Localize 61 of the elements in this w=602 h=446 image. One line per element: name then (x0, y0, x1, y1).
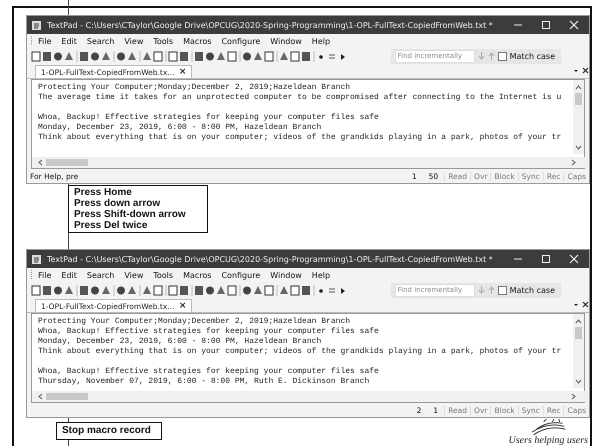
tab-close-button[interactable]: × (178, 301, 186, 311)
checkbox[interactable] (498, 286, 507, 294)
instruction-text: Press Shift-down arrow (74, 209, 187, 220)
match-case-checkbox[interactable]: Match case (498, 52, 555, 60)
app-icon (31, 253, 43, 265)
menu-item[interactable]: Edit (56, 270, 82, 280)
window-title: TextPad - C:\Users\CTaylor\Google Drive\OPCUG\2020-Spring-Programming\1-OPL-FullText-CopiedFromWeb.txt * (47, 20, 494, 30)
text-line: The average time it takes for an unprotected computer to be compromised after connecting to the Internet is u (38, 93, 562, 103)
horizontal-scrollbar[interactable] (32, 157, 588, 168)
menu-item[interactable]: Tools (148, 36, 178, 46)
menu-item[interactable]: Configure (216, 270, 266, 280)
text-line: Think about everything that is on your computer; videos of the grandkids playing in a park, photos of your tr (38, 133, 562, 143)
logo-tagline: Users helping users (508, 435, 588, 446)
instruction-text: Press Del twice (74, 220, 148, 231)
text-line: Monday, December 23, 2019, 6:00 - 8:00 PM, Hazeldean Branch (38, 337, 322, 347)
instruction-text: Press Home (74, 187, 133, 198)
text-line: Whoa, Backup! Effective strategies for keeping your computer files safe (38, 327, 380, 337)
menu-item[interactable]: View (119, 36, 148, 46)
text-line: Protecting Your Computer;Monday;December 2, 2019;Hazeldean Branch (38, 83, 352, 93)
text-line: Thursday, November 07, 2019, 6:00 - 8:00 PM, Ruth E. Dickinson Branch (38, 377, 370, 387)
text-line: Think about everything that is on your computer; videos of the grandkids playing in a park, photos of your tr (38, 347, 562, 357)
grip-icon (30, 36, 33, 46)
tab-close-button[interactable]: × (178, 67, 186, 77)
menu-item[interactable]: Edit (56, 36, 82, 46)
menu-item[interactable]: Configure (216, 36, 266, 46)
app-icon (31, 19, 43, 31)
menu-item[interactable]: Search (82, 36, 120, 46)
vertical-scrollbar[interactable] (573, 80, 584, 154)
menu-item[interactable]: File (33, 36, 56, 46)
menu-item[interactable]: Macros (178, 270, 216, 280)
text-line: Protecting Your Computer;Monday;December 2, 2019;Hazeldean Branch (38, 317, 352, 327)
tab-menu-icon[interactable] (573, 301, 589, 309)
text-line: Whoa, Backup! Effective strategies for keeping your computer files safe (38, 113, 380, 123)
grip-icon (30, 270, 33, 280)
menu-item[interactable]: Help (306, 270, 336, 280)
text-editor[interactable] (31, 313, 585, 403)
menu-item[interactable]: File (33, 270, 56, 280)
vertical-scrollbar[interactable] (573, 314, 584, 388)
menu-item[interactable]: Macros (178, 36, 216, 46)
checkbox[interactable] (498, 52, 507, 60)
instruction-text: Stop macro record (62, 425, 152, 437)
window-title: TextPad - C:\Users\CTaylor\Google Drive\OPCUG\2020-Spring-Programming\1-OPL-FullText-CopiedFromWeb.txt * (47, 254, 494, 264)
menu-item[interactable]: View (119, 270, 148, 280)
text-line: Monday, December 23, 2019, 6:00 - 8:00 PM, Hazeldean Branch (38, 123, 322, 133)
maximize-icon[interactable] (541, 254, 551, 264)
instruction-text: Press down arrow (74, 198, 162, 209)
horizontal-scrollbar[interactable] (32, 391, 588, 402)
menu-item[interactable]: Window (265, 270, 307, 280)
menu-item[interactable]: Window (265, 36, 307, 46)
menu-item[interactable]: Help (306, 36, 336, 46)
match-case-checkbox[interactable]: Match case (498, 286, 555, 294)
checkbox-label: Match case (510, 52, 555, 60)
close-icon[interactable] (569, 20, 579, 30)
menu-item[interactable]: Search (82, 270, 120, 280)
close-icon[interactable] (569, 254, 579, 264)
text-editor[interactable] (31, 79, 585, 169)
menu-item[interactable]: Tools (148, 270, 178, 280)
tab-menu-icon[interactable] (573, 67, 589, 75)
text-line: Whoa, Backup! Effective strategies for keeping your computer files safe (38, 367, 380, 377)
checkbox-label: Match case (510, 286, 555, 294)
maximize-icon[interactable] (541, 20, 551, 30)
